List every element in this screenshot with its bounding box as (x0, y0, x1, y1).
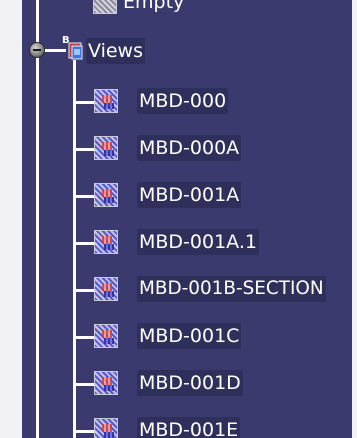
views-folder-icon: B (62, 35, 83, 60)
empty-node-icon (93, 0, 117, 14)
view-icon (94, 230, 118, 254)
view-item-label[interactable]: MBD-001A (137, 182, 242, 208)
view-item-label[interactable]: MBD-001C (137, 323, 242, 349)
tree-connector-line (73, 60, 76, 438)
collapse-icon[interactable] (29, 42, 45, 58)
view-item-label[interactable]: MBD-001D (137, 370, 243, 396)
view-item-label[interactable]: MBD-000 (137, 88, 229, 114)
specification-tree[interactable]: Empty B Views MBD-000 MBD-000A MBD-001A … (22, 0, 357, 438)
view-icon (94, 136, 118, 160)
view-icon (94, 277, 118, 301)
views-node-label[interactable]: Views (86, 38, 145, 64)
view-item-label[interactable]: MBD-001E (137, 417, 241, 438)
view-icon (94, 324, 118, 348)
views-marker-text: B (62, 35, 70, 46)
view-icon (94, 89, 118, 113)
panel-edge (352, 0, 357, 438)
view-icon (94, 371, 118, 395)
view-item-label[interactable]: MBD-001A.1 (137, 229, 259, 255)
tree-connector-line (36, 0, 39, 438)
viewport: Empty B Views MBD-000 MBD-000A MBD-001A … (0, 0, 357, 438)
view-icon (94, 418, 118, 438)
view-item-label[interactable]: MBD-000A (137, 135, 242, 161)
view-icon (94, 183, 118, 207)
empty-node-label[interactable]: Empty (121, 0, 186, 15)
view-item-label[interactable]: MBD-001B-SECTION (137, 276, 326, 302)
